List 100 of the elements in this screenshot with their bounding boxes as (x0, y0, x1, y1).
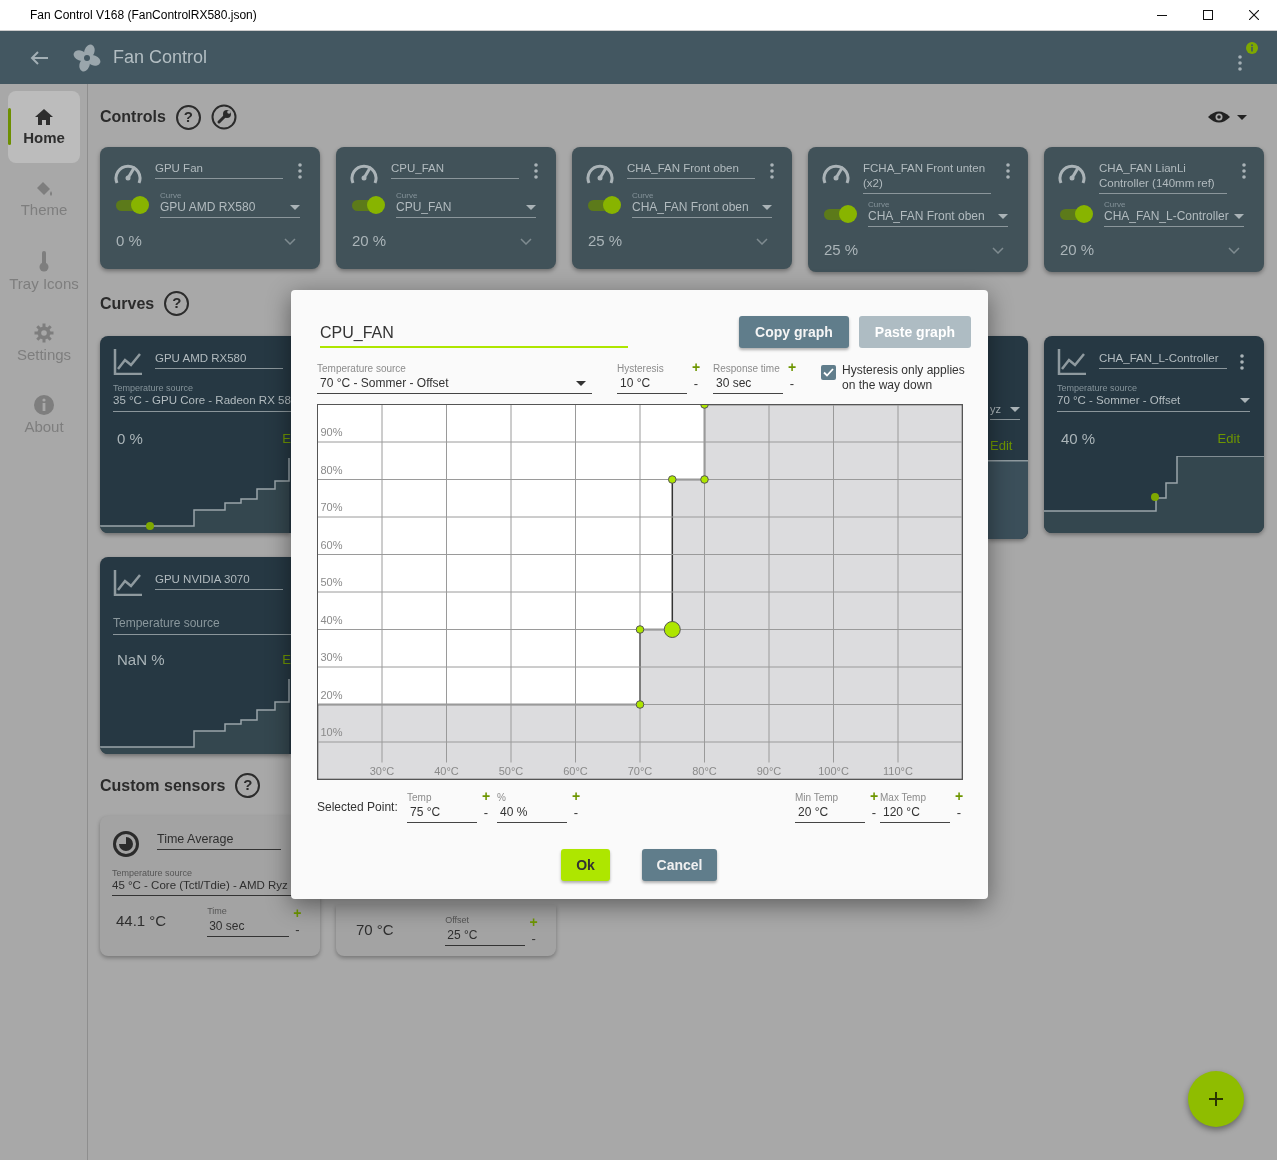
more-icon[interactable] (1242, 163, 1246, 179)
more-icon[interactable] (534, 163, 538, 179)
chevron-down-icon[interactable] (992, 246, 1004, 254)
temperature-source-dropdown[interactable]: 70 °C - Sommer - Offset (1057, 392, 1250, 412)
graph-icon (113, 568, 143, 596)
name-field[interactable]: GPU AMD RX580 (155, 350, 283, 369)
window-title: Fan Control V168 (FanControlRX580.json) (29, 7, 257, 24)
caret-icon (762, 205, 772, 210)
input-field[interactable]: 75 °C (407, 803, 477, 823)
edit-link[interactable]: Edit (1217, 429, 1240, 449)
more-icon[interactable] (298, 163, 302, 179)
name-field[interactable]: Time Average (157, 831, 281, 850)
ok-button[interactable]: Ok (561, 849, 610, 881)
increment-button[interactable]: + (481, 790, 491, 802)
cancel-button[interactable]: Cancel (642, 849, 717, 881)
axis-label: 50% (320, 576, 343, 588)
curve-dropdown[interactable]: CPU_FAN (396, 200, 536, 218)
more-icon[interactable] (1240, 353, 1244, 370)
input-field[interactable]: 40 % (497, 803, 567, 823)
help-button[interactable]: ? (164, 291, 190, 316)
minimize-icon (1157, 14, 1167, 16)
dropdown-value: GPU AMD RX580 (160, 200, 256, 215)
decrement-button[interactable]: - (531, 931, 536, 946)
field-label: Offset (445, 914, 471, 925)
decrement-button[interactable]: - (483, 806, 489, 820)
app-title: Fan Control (113, 46, 208, 69)
temperature-source-dropdown[interactable]: 70 °C - Sommer - Offset (317, 374, 592, 394)
curve-dropdown[interactable]: CHA_FAN Front oben (868, 209, 1008, 227)
decrement-button[interactable]: - (956, 806, 962, 820)
curve-point[interactable] (635, 625, 645, 634)
eye-icon[interactable] (1207, 110, 1231, 124)
thermometer-icon (38, 249, 50, 272)
input-field[interactable]: 10 °C (617, 374, 687, 394)
increment-button[interactable]: + (571, 790, 581, 802)
name-field[interactable]: CHA_FAN Front oben (627, 161, 755, 179)
toggle-switch[interactable] (588, 196, 622, 214)
chevron-down-icon[interactable] (284, 237, 296, 245)
toggle-switch[interactable] (352, 196, 386, 214)
more-icon[interactable] (770, 163, 774, 179)
decrement-button[interactable]: - (789, 377, 795, 391)
decrement-button[interactable]: - (573, 806, 579, 820)
field-label: Temp (407, 792, 433, 803)
decrement-button[interactable]: - (295, 922, 300, 937)
name-field[interactable]: CPU_FAN (320, 323, 628, 348)
close-icon (1249, 10, 1259, 20)
field-label: % (497, 792, 507, 803)
more-icon[interactable] (1006, 163, 1010, 179)
decrement-button[interactable]: - (871, 806, 877, 820)
axis-label: 30°C (369, 764, 395, 777)
chevron-down-icon[interactable] (520, 237, 532, 245)
axis-label: 80°C (692, 764, 717, 777)
curve-point[interactable] (663, 621, 681, 638)
curve-point[interactable] (700, 475, 709, 484)
help-button[interactable]: ? (235, 773, 261, 798)
chevron-down-icon[interactable] (1228, 246, 1240, 254)
chevron-down-icon[interactable] (756, 237, 768, 245)
wrench-icon[interactable] (210, 104, 237, 130)
value-field[interactable]: 25 °C (445, 924, 526, 946)
copy-button[interactable]: Copy graph (739, 316, 849, 348)
toggle-switch[interactable] (1060, 205, 1094, 223)
toggle-switch[interactable] (116, 196, 150, 214)
curve-dropdown[interactable]: GPU AMD RX580 (160, 200, 300, 218)
fan-speed: 25 % (824, 240, 859, 260)
curve-point[interactable] (635, 700, 645, 709)
dropdown-value: CPU_FAN (396, 200, 452, 215)
field-label: Selected Point: (317, 798, 397, 816)
edit-link[interactable]: Edit (990, 435, 1013, 455)
input-field[interactable]: 120 °C (880, 803, 950, 823)
nav-item[interactable]: Home (8, 91, 80, 163)
decrement-button[interactable]: - (693, 377, 699, 391)
name-field[interactable]: GPU Fan (155, 161, 283, 179)
name-field[interactable]: CHA_FAN LianLi Controller (140mm ref) (1099, 161, 1227, 194)
increment-button[interactable]: + (787, 361, 797, 373)
name-field[interactable]: CPU_FAN (391, 161, 519, 179)
name-field[interactable]: CHA_FAN_L-Controller (1099, 350, 1227, 369)
curve-dropdown[interactable]: CHA_FAN Front oben (632, 200, 772, 218)
caret-icon[interactable] (1237, 114, 1247, 120)
axis-label: 50°C (498, 764, 524, 777)
axis-label: 60% (320, 538, 343, 551)
edit-link[interactable]: E (282, 650, 291, 670)
edit-link[interactable]: E (282, 429, 291, 449)
name-field[interactable]: GPU NVIDIA 3070 (155, 571, 283, 590)
temperature-source-dropdown[interactable]: yz (990, 401, 1020, 420)
back-arrow-icon[interactable] (29, 49, 49, 66)
input-field[interactable]: 20 °C (795, 803, 865, 823)
menu-icon[interactable] (1238, 54, 1242, 71)
curve-point[interactable] (667, 475, 677, 484)
increment-button[interactable]: + (869, 790, 879, 802)
value-field[interactable]: 30 sec (207, 915, 289, 937)
field-label: Temperature source (113, 382, 195, 393)
input-field[interactable]: 30 sec (713, 374, 783, 394)
increment-button[interactable]: + (954, 790, 964, 802)
curve-dropdown[interactable]: CHA_FAN_L-Controller (1104, 209, 1244, 227)
help-button[interactable]: ? (175, 104, 201, 130)
name-field[interactable]: FCHA_FAN Front unten (x2) (863, 161, 991, 194)
increment-button[interactable]: + (691, 361, 701, 373)
checkbox[interactable] (821, 364, 836, 380)
toggle-switch[interactable] (824, 205, 858, 223)
curve-point[interactable] (700, 404, 709, 409)
dropdown-value: CHA_FAN Front oben (868, 209, 985, 224)
